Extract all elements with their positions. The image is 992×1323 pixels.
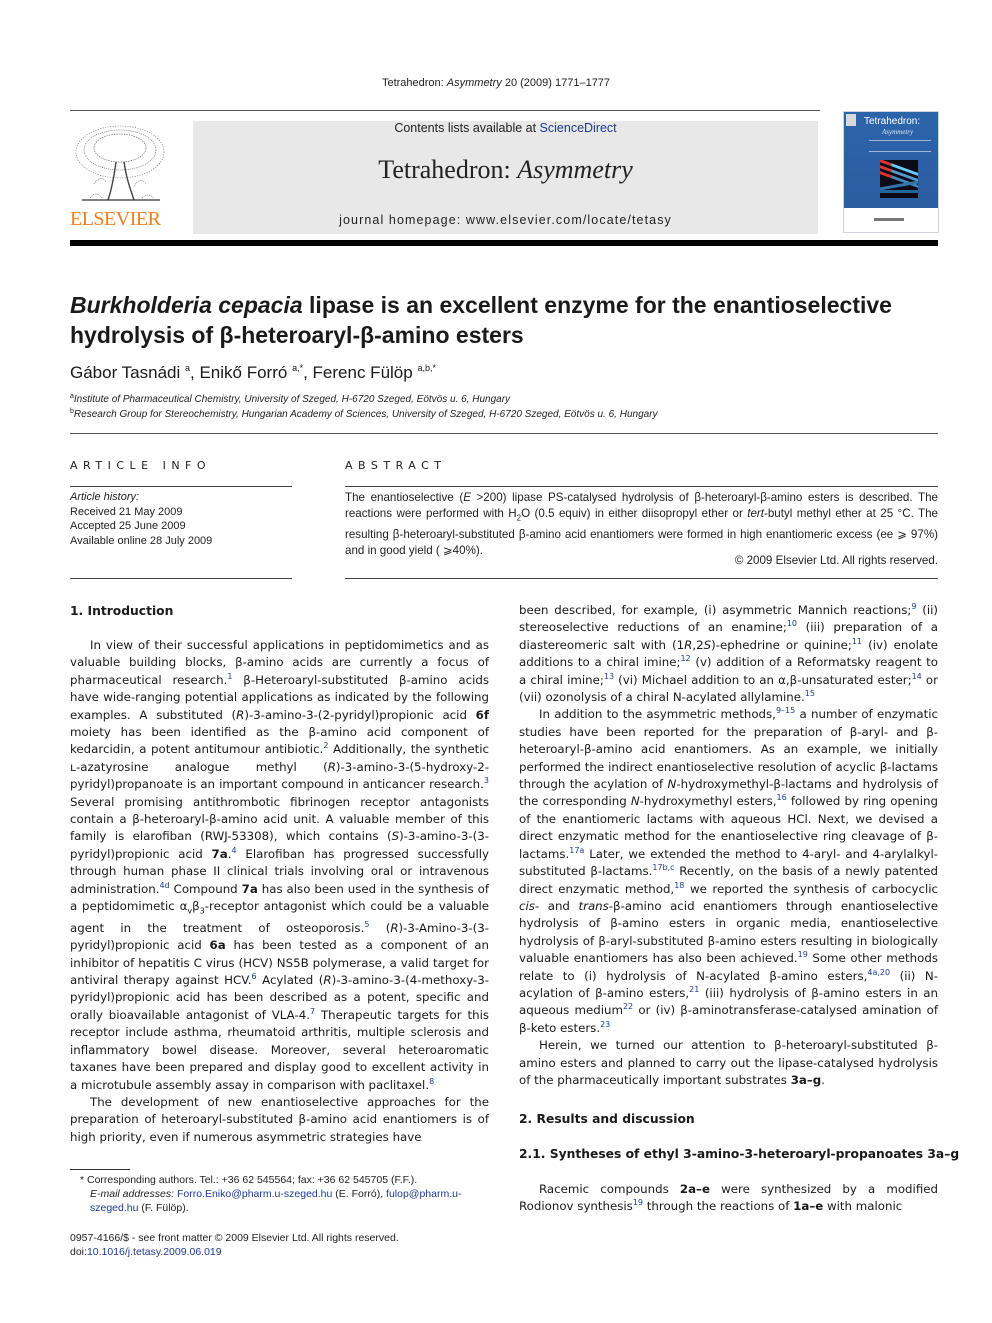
subsection-heading-syntheses: 2.1. Syntheses of ethyl 3-amino-3-hetero… <box>519 1147 960 1161</box>
reference-link[interactable]: 4a,20 <box>867 968 890 977</box>
elsevier-tree-logo-icon <box>72 122 168 206</box>
author-name[interactable]: Ferenc Fülöp <box>313 363 413 382</box>
reference-link[interactable]: 17b,c <box>652 863 674 872</box>
section-heading-introduction: 1. Introduction <box>70 604 174 618</box>
abstract-heading: ABSTRACT <box>345 459 447 472</box>
cover-publisher-icon <box>846 114 856 126</box>
reference-link[interactable]: 15 <box>805 689 815 698</box>
reference-link[interactable]: 13 <box>604 672 614 681</box>
reference-link[interactable]: 16 <box>777 793 787 802</box>
reference-link[interactable]: 10 <box>787 619 797 628</box>
section-heading-results: 2. Results and discussion <box>519 1112 695 1126</box>
article-history: Article history: Received 21 May 2009 Ac… <box>70 491 213 547</box>
author-name[interactable]: Gábor Tasnádi <box>70 363 180 382</box>
article-title: Burkholderia cepacia lipase is an excell… <box>70 292 892 348</box>
abstract-text: The enantioselective (E >200) lipase PS-… <box>345 491 938 557</box>
right-column-text: been described, for example, (i) asymmet… <box>519 602 939 1087</box>
journal-citation: Tetrahedron: Asymmetry 20 (2009) 1771–17… <box>381 77 611 89</box>
author-name[interactable]: Enikő Forró <box>199 363 287 382</box>
reference-link[interactable]: 3 <box>484 776 489 785</box>
section-rule <box>70 433 938 434</box>
article-info-bottom-rule <box>70 578 292 579</box>
footnote-corresponding: * Corresponding authors. Tel.: +36 62 54… <box>80 1174 462 1214</box>
cover-subtitle: Asymmetry <box>882 128 914 136</box>
abstract-bottom-rule <box>345 578 938 579</box>
journal-cover-image[interactable]: Tetrahedron: Asymmetry <box>843 111 939 233</box>
journal-name: Tetrahedron: Asymmetry <box>378 155 633 184</box>
reference-link[interactable]: 22 <box>623 1002 633 1011</box>
article-info-heading: ARTICLE INFO <box>70 459 212 472</box>
left-column-text: In view of their successful applications… <box>70 638 490 1144</box>
doi-link[interactable]: 10.1016/j.tetasy.2009.06.019 <box>87 1246 222 1258</box>
reference-link[interactable]: 12 <box>680 654 690 663</box>
affiliation: bResearch Group for Stereochemistry, Hun… <box>70 408 658 420</box>
reference-link[interactable]: 19 <box>798 950 808 959</box>
front-matter-info: 0957-4166/$ - see front matter © 2009 El… <box>70 1232 399 1258</box>
journal-homepage-link[interactable]: journal homepage: www.elsevier.com/locat… <box>193 213 818 227</box>
email-link[interactable]: Forro.Eniko@pharm.u-szeged.hu <box>177 1188 332 1200</box>
header-thick-rule <box>70 240 938 246</box>
author-list: Gábor Tasnádi a, Enikő Forró a,*, Ferenc… <box>70 363 436 382</box>
reference-link[interactable]: 8 <box>429 1077 434 1086</box>
reference-link[interactable]: 21 <box>689 985 699 994</box>
reference-link[interactable]: 14 <box>912 672 922 681</box>
reference-link[interactable]: 23 <box>600 1020 610 1029</box>
reference-link[interactable]: 11 <box>852 637 862 646</box>
elsevier-wordmark[interactable]: ELSEVIER <box>70 208 174 231</box>
right-column-text-continued: Racemic compounds 2a–e were synthesized … <box>519 1182 938 1214</box>
cover-artwork-icon <box>880 160 918 198</box>
abstract-copyright: © 2009 Elsevier Ltd. All rights reserved… <box>734 554 938 567</box>
contents-line: Contents lists available at ScienceDirec… <box>394 121 617 135</box>
cover-text-lines <box>869 140 931 152</box>
reference-link[interactable]: 4d <box>159 881 169 890</box>
sciencedirect-link[interactable]: ScienceDirect <box>540 121 617 135</box>
abstract-rule <box>345 486 938 487</box>
reference-link[interactable]: 17a <box>569 846 584 855</box>
reference-link[interactable]: 9–15 <box>776 706 795 715</box>
affiliation: aInstitute of Pharmaceutical Chemistry, … <box>70 393 511 405</box>
reference-link[interactable]: 19 <box>633 1198 643 1207</box>
header-rule <box>70 110 820 111</box>
cover-title: Tetrahedron: <box>864 116 921 127</box>
footnote-rule <box>70 1169 130 1170</box>
reference-link[interactable]: 18 <box>674 881 684 890</box>
cover-footer <box>844 208 938 232</box>
article-info-rule <box>70 486 292 487</box>
